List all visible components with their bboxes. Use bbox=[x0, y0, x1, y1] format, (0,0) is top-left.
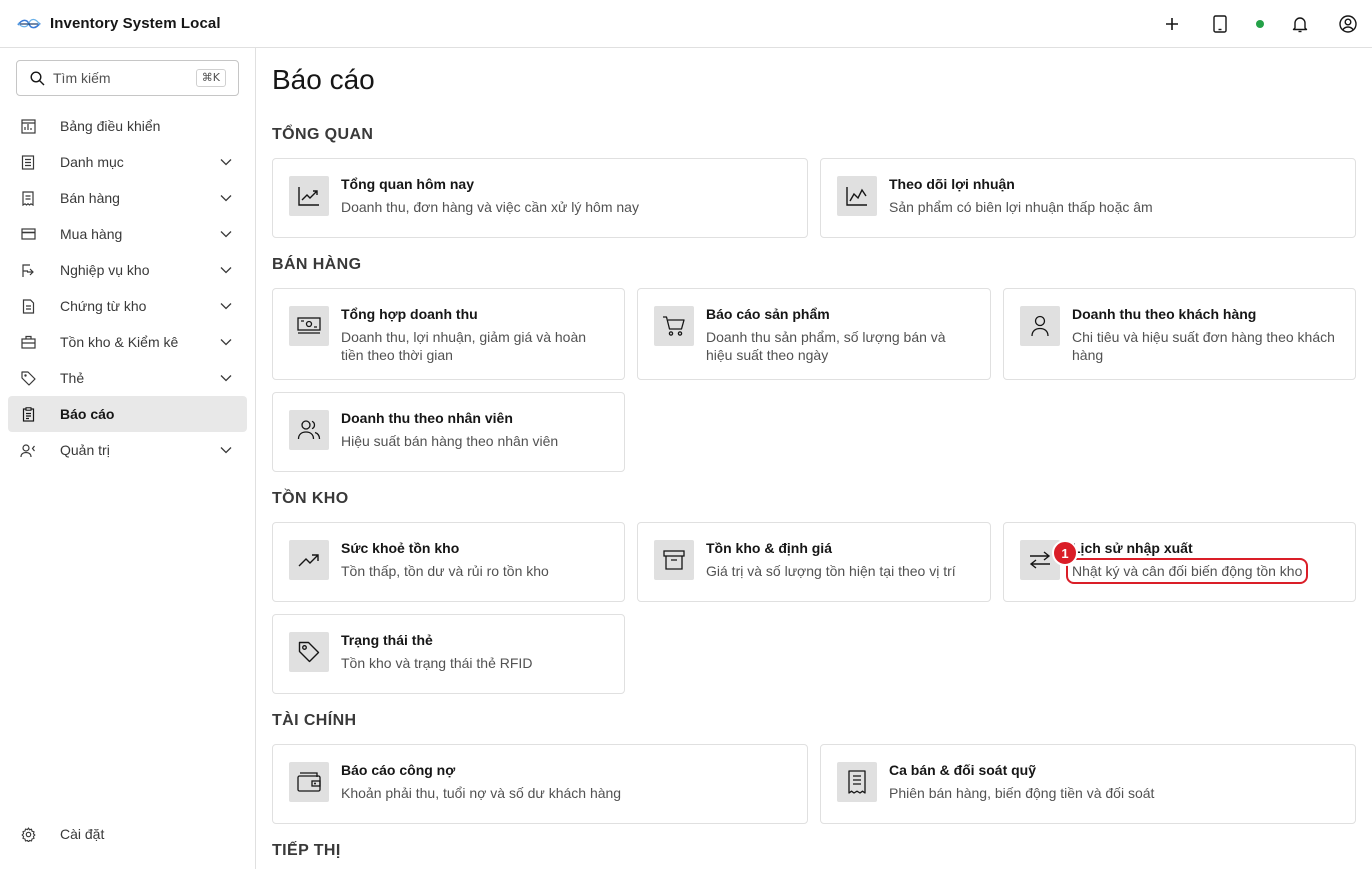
section-title-overview: TỔNG QUAN bbox=[272, 126, 374, 143]
cash-icon bbox=[289, 306, 329, 346]
chevron-down-icon bbox=[219, 335, 233, 349]
sidebar-item-settings[interactable]: Cài đặt bbox=[8, 816, 247, 852]
add-icon[interactable] bbox=[1160, 12, 1184, 36]
annotation-badge: 1 bbox=[1052, 540, 1078, 566]
report-card-inventory-valuation[interactable]: Tồn kho & định giá Giá trị và số lượng t… bbox=[637, 522, 991, 602]
sidebar-item-admin[interactable]: Quản trị bbox=[8, 432, 247, 468]
chevron-down-icon bbox=[219, 299, 233, 313]
section-title-finance: TÀI CHÍNH bbox=[272, 712, 357, 729]
section-title-marketing: TIẾP THỊ bbox=[272, 842, 341, 859]
sidebar-item-sales[interactable]: Bán hàng bbox=[8, 180, 247, 216]
chevron-down-icon bbox=[219, 263, 233, 277]
brand[interactable]: Inventory System Local bbox=[0, 0, 221, 48]
chevron-down-icon bbox=[219, 371, 233, 385]
user-icon bbox=[1020, 306, 1060, 346]
line-chart-icon bbox=[837, 176, 877, 216]
report-card-revenue-by-staff[interactable]: Doanh thu theo nhân viên Hiệu suất bán h… bbox=[272, 392, 625, 472]
report-card-debt-report[interactable]: Báo cáo công nợ Khoản phải thu, tuổi nợ … bbox=[272, 744, 808, 824]
trend-up-icon bbox=[289, 540, 329, 580]
main-content: Báo cáo TỔNG QUAN Tổng quan hôm nay Doan… bbox=[256, 48, 1372, 869]
wallet-icon bbox=[289, 762, 329, 802]
receipt-icon bbox=[20, 190, 36, 206]
report-card-profit-tracking[interactable]: Theo dõi lợi nhuận Sản phẩm có biên lợi … bbox=[820, 158, 1356, 238]
search-box[interactable]: ⌘K bbox=[16, 60, 239, 96]
sidebar-item-tags[interactable]: Thẻ bbox=[8, 360, 247, 396]
sidebar: ⌘K Bảng điều khiển Danh mục Bán hàng bbox=[0, 48, 256, 869]
sidebar-item-reports[interactable]: Báo cáo bbox=[8, 396, 247, 432]
highlighted-description: Nhật ký và cân đối biến động tồn kho bbox=[1065, 558, 1309, 584]
admin-icon bbox=[20, 442, 36, 458]
section-title-sales: BÁN HÀNG bbox=[272, 256, 362, 273]
users-icon bbox=[289, 410, 329, 450]
report-card-shift-reconciliation[interactable]: Ca bán & đối soát quỹ Phiên bán hàng, bi… bbox=[820, 744, 1356, 824]
report-card-stock-movement-history[interactable]: Lịch sử nhập xuất Nhật ký và cân đối biế… bbox=[1003, 522, 1356, 602]
tag-icon bbox=[289, 632, 329, 672]
dashboard-icon bbox=[20, 118, 36, 134]
report-card-revenue-summary[interactable]: Tổng hợp doanh thu Doanh thu, lợi nhuận,… bbox=[272, 288, 625, 380]
online-status-indicator bbox=[1256, 20, 1264, 28]
chevron-down-icon bbox=[219, 227, 233, 241]
warehouse-ops-icon bbox=[20, 262, 36, 278]
app-logo-icon bbox=[16, 14, 42, 34]
sidebar-item-warehouse-docs[interactable]: Chứng từ kho bbox=[8, 288, 247, 324]
section-title-inventory: TỒN KHO bbox=[272, 490, 349, 507]
document-icon bbox=[20, 298, 36, 314]
sidebar-item-inventory-count[interactable]: Tồn kho & Kiểm kê bbox=[8, 324, 247, 360]
chart-up-icon bbox=[289, 176, 329, 216]
chevron-down-icon bbox=[219, 191, 233, 205]
card-icon bbox=[20, 226, 36, 242]
tablet-icon[interactable] bbox=[1208, 12, 1232, 36]
top-bar: Inventory System Local bbox=[0, 0, 1372, 48]
report-icon bbox=[20, 406, 36, 422]
sidebar-item-dashboard[interactable]: Bảng điều khiển bbox=[8, 108, 247, 144]
sidebar-item-warehouse-ops[interactable]: Nghiệp vụ kho bbox=[8, 252, 247, 288]
report-card-product-report[interactable]: Báo cáo sản phẩm Doanh thu sản phẩm, số … bbox=[637, 288, 991, 380]
sidebar-item-catalog[interactable]: Danh mục bbox=[8, 144, 247, 180]
search-input[interactable] bbox=[53, 70, 203, 86]
chevron-down-icon bbox=[219, 155, 233, 169]
report-card-revenue-by-customer[interactable]: Doanh thu theo khách hàng Chi tiêu và hi… bbox=[1003, 288, 1356, 380]
notification-bell-icon[interactable] bbox=[1288, 12, 1312, 36]
report-card-today-overview[interactable]: Tổng quan hôm nay Doanh thu, đơn hàng và… bbox=[272, 158, 808, 238]
sidebar-item-purchasing[interactable]: Mua hàng bbox=[8, 216, 247, 252]
receipt-icon bbox=[837, 762, 877, 802]
search-shortcut-badge: ⌘K bbox=[195, 69, 226, 87]
search-icon bbox=[29, 70, 45, 86]
cart-icon bbox=[654, 306, 694, 346]
gear-icon bbox=[20, 826, 36, 842]
tag-icon bbox=[20, 370, 36, 386]
inventory-icon bbox=[20, 334, 36, 350]
report-card-inventory-health[interactable]: Sức khoẻ tồn kho Tồn thấp, tồn dư và rủi… bbox=[272, 522, 625, 602]
page-title: Báo cáo bbox=[272, 64, 375, 95]
top-actions bbox=[1148, 0, 1372, 48]
user-profile-icon[interactable] bbox=[1336, 12, 1360, 36]
catalog-icon bbox=[20, 154, 36, 170]
app-title: Inventory System Local bbox=[50, 15, 221, 32]
chevron-down-icon bbox=[219, 443, 233, 457]
report-card-tag-status[interactable]: Trạng thái thẻ Tồn kho và trạng thái thẻ… bbox=[272, 614, 625, 694]
archive-icon bbox=[654, 540, 694, 580]
sidebar-nav: Bảng điều khiển Danh mục Bán hàng Mua hà… bbox=[8, 108, 247, 468]
